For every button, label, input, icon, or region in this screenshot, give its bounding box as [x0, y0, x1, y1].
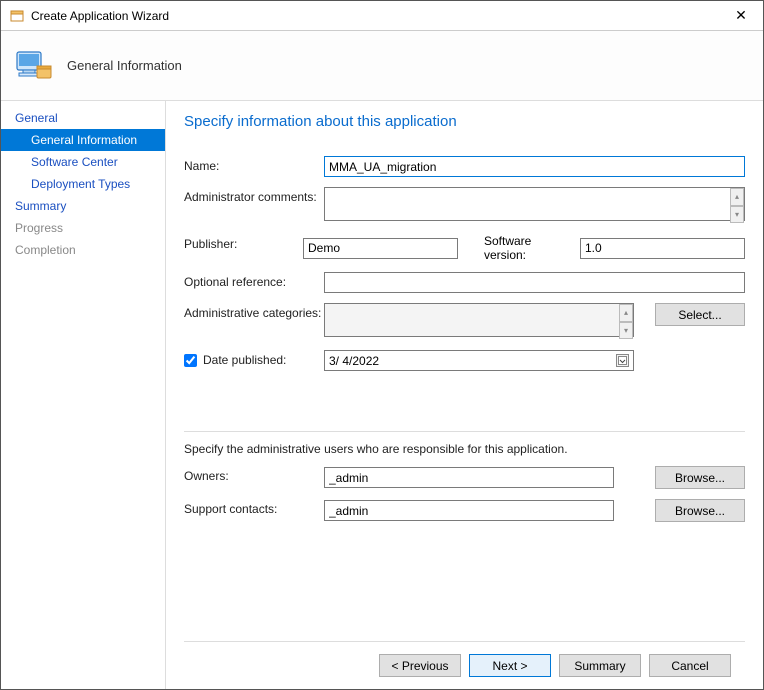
- nav-completion: Completion: [1, 239, 165, 261]
- close-button[interactable]: ✕: [727, 5, 755, 27]
- select-categories-button[interactable]: Select...: [655, 303, 745, 326]
- publisher-input[interactable]: [303, 238, 458, 259]
- date-published-checkbox[interactable]: [184, 354, 197, 367]
- date-published-picker[interactable]: 3/ 4/2022: [324, 350, 634, 371]
- nav-deployment-types[interactable]: Deployment Types: [1, 173, 165, 195]
- nav-general[interactable]: General: [1, 107, 165, 129]
- software-version-input[interactable]: [580, 238, 745, 259]
- computer-icon: [13, 46, 53, 86]
- next-button[interactable]: Next >: [469, 654, 551, 677]
- titlebar: Create Application Wizard ✕: [1, 1, 763, 31]
- summary-button[interactable]: Summary: [559, 654, 641, 677]
- label-owners: Owners:: [184, 466, 324, 483]
- label-name: Name:: [184, 156, 324, 173]
- label-publisher: Publisher:: [184, 234, 303, 251]
- wizard-window: Create Application Wizard ✕ General Info…: [0, 0, 764, 690]
- optional-reference-input[interactable]: [324, 272, 745, 293]
- categories-spinner[interactable]: ▴▾: [619, 304, 633, 339]
- nav-software-center[interactable]: Software Center: [1, 151, 165, 173]
- window-title: Create Application Wizard: [31, 9, 727, 23]
- nav-general-information[interactable]: General Information: [1, 129, 165, 151]
- divider: [184, 431, 745, 432]
- admin-comments-input[interactable]: [324, 187, 745, 221]
- label-support-contacts: Support contacts:: [184, 499, 324, 516]
- label-admin-comments: Administrator comments:: [184, 187, 324, 204]
- wizard-footer: < Previous Next > Summary Cancel: [184, 641, 745, 689]
- browse-support-contacts-button[interactable]: Browse...: [655, 499, 745, 522]
- cancel-button[interactable]: Cancel: [649, 654, 731, 677]
- textarea-spinner[interactable]: ▴▾: [730, 188, 744, 223]
- label-admin-categories: Administrative categories:: [184, 303, 324, 320]
- app-icon: [9, 8, 25, 24]
- nav-progress: Progress: [1, 217, 165, 239]
- date-published-value: 3/ 4/2022: [329, 354, 379, 368]
- label-date-published: Date published:: [203, 353, 286, 367]
- admin-categories-box: [324, 303, 634, 337]
- wizard-header: General Information: [1, 31, 763, 101]
- owners-input[interactable]: [324, 467, 614, 488]
- sidebar: General General Information Software Cen…: [1, 101, 166, 689]
- page-heading: Specify information about this applicati…: [184, 113, 745, 130]
- label-optional-reference: Optional reference:: [184, 272, 324, 289]
- label-software-version: Software version:: [464, 234, 574, 262]
- main-panel: Specify information about this applicati…: [166, 101, 763, 689]
- name-input[interactable]: [324, 156, 745, 177]
- date-published-checkbox-wrap[interactable]: Date published:: [184, 353, 324, 367]
- subheading-admin-users: Specify the administrative users who are…: [184, 442, 745, 456]
- header-title: General Information: [67, 58, 182, 73]
- support-contacts-input[interactable]: [324, 500, 614, 521]
- nav-summary[interactable]: Summary: [1, 195, 165, 217]
- wizard-body: General General Information Software Cen…: [1, 101, 763, 689]
- browse-owners-button[interactable]: Browse...: [655, 466, 745, 489]
- calendar-dropdown-icon[interactable]: [616, 354, 629, 367]
- previous-button[interactable]: < Previous: [379, 654, 461, 677]
